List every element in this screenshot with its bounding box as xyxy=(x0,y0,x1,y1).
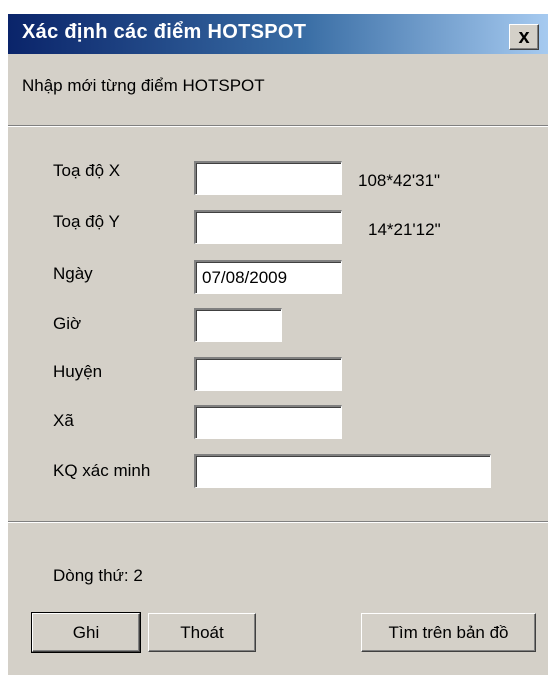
hour-label: Giờ xyxy=(53,314,82,333)
save-button[interactable]: Ghi xyxy=(31,612,141,653)
district-input[interactable] xyxy=(194,357,342,391)
y-coordinate-input[interactable] xyxy=(194,210,342,244)
verification-result-label: KQ xác minh xyxy=(53,461,151,480)
close-button[interactable]: x xyxy=(509,24,539,50)
x-coordinate-hint: 108*42'31" xyxy=(358,171,441,190)
title-bar[interactable]: Xác định các điểm HOTSPOT x xyxy=(8,14,548,54)
window-title: Xác định các điểm HOTSPOT xyxy=(22,21,307,43)
divider-top xyxy=(8,125,548,127)
commune-input[interactable] xyxy=(194,405,342,439)
find-on-map-button[interactable]: Tìm trên bản đồ xyxy=(361,613,536,652)
find-on-map-button-label: Tìm trên bản đồ xyxy=(388,623,509,642)
row-number-value: 2 xyxy=(133,566,143,585)
commune-label: Xã xyxy=(53,411,74,430)
district-label: Huyện xyxy=(53,362,103,381)
y-coordinate-label: Toạ độ Y xyxy=(53,212,120,231)
hour-input[interactable] xyxy=(194,308,282,342)
date-input[interactable]: 07/08/2009 xyxy=(194,260,342,294)
row-number-label: Dòng thứ: 2 xyxy=(53,566,143,586)
row-number-caption: Dòng thứ: xyxy=(53,566,129,585)
verification-result-input[interactable] xyxy=(194,454,491,488)
save-button-label: Ghi xyxy=(72,623,100,642)
form-subtitle: Nhập mới từng điểm HOTSPOT xyxy=(22,76,265,95)
hotspot-dialog: Xác định các điểm HOTSPOT x Nhập mới từn… xyxy=(8,14,548,675)
divider-bottom xyxy=(8,521,548,523)
date-label: Ngày xyxy=(53,264,93,283)
y-coordinate-hint: 14*21'12" xyxy=(368,220,441,239)
close-icon: x xyxy=(518,26,530,48)
exit-button[interactable]: Thoát xyxy=(148,613,256,652)
x-coordinate-label: Toạ độ X xyxy=(53,161,121,180)
exit-button-label: Thoát xyxy=(180,623,224,642)
x-coordinate-input[interactable] xyxy=(194,161,342,195)
